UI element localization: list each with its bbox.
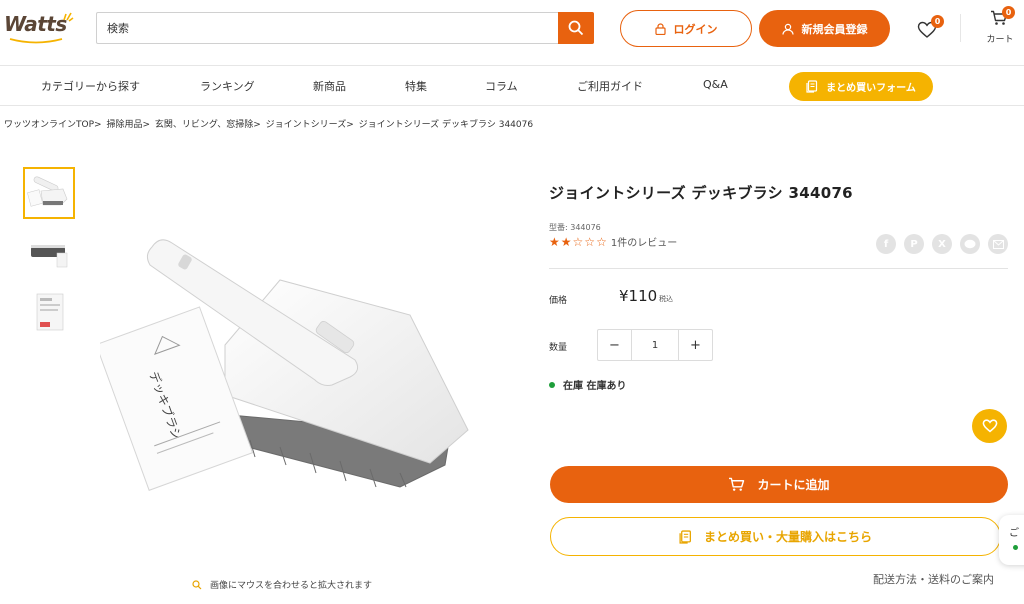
x-icon[interactable]: X (932, 234, 952, 254)
quantity-label: 数量 (549, 343, 568, 353)
cart-button[interactable]: 0 カート (982, 6, 1018, 48)
nav-item-features[interactable]: 特集 (405, 78, 427, 94)
package-thumbnail-image (36, 293, 64, 331)
product-title: ジョイントシリーズ デッキブラシ 344076 (549, 184, 853, 202)
lock-icon (654, 22, 666, 35)
review-count[interactable]: 1件のレビュー (611, 234, 677, 249)
envelope-icon (992, 239, 1004, 249)
online-dot-icon (1013, 545, 1018, 550)
cart-count-badge: 0 (1002, 6, 1015, 19)
price-value: ¥110 (619, 287, 658, 305)
breadcrumb-item-joint-series[interactable]: ジョイントシリーズ> (266, 120, 354, 130)
mail-icon[interactable] (988, 234, 1008, 254)
shipping-info-link[interactable]: 配送方法・送料のご案内 (873, 571, 994, 587)
nav-item-qa[interactable]: Q&A (703, 78, 728, 91)
favorites-count-badge: 0 (931, 15, 944, 28)
stock-status: 在庫 在庫あり (549, 377, 626, 392)
star-empty-icon: ☆ (584, 234, 596, 249)
search-icon (568, 20, 584, 36)
product-main-image[interactable]: デッキブラシ (95, 225, 480, 495)
zoom-hint: 画像にマウスを合わせると拡大されます (192, 578, 372, 591)
bulk-purchase-button[interactable]: まとめ買い・大量購入はこちら (550, 517, 1001, 556)
star-empty-icon: ☆ (596, 234, 607, 249)
search-input[interactable] (97, 13, 559, 43)
pinterest-icon[interactable]: P (904, 234, 924, 254)
rating-stars[interactable]: ★ ★ ☆ ☆ ☆ 1件のレビュー (549, 234, 677, 250)
search-bar (96, 12, 594, 44)
model-number: 型番: 344076 (549, 223, 601, 232)
brush-side-thumbnail-image (31, 245, 68, 268)
user-icon (781, 23, 794, 35)
breadcrumb: ワッツオンラインTOP> 掃除用品> 玄関、リビング、窓掃除> ジョイントシリー… (4, 117, 535, 130)
logo-text: Watts (4, 12, 67, 36)
stock-dot-icon (549, 381, 555, 388)
quantity-decrease-button[interactable]: − (598, 330, 632, 360)
line-chat-icon (964, 239, 976, 249)
chat-widget[interactable]: ご (999, 515, 1024, 565)
header-divider (960, 14, 961, 42)
add-to-cart-label: カートに追加 (757, 478, 830, 492)
thumbnail-3[interactable] (23, 286, 75, 338)
brush-thumbnail-image (27, 176, 68, 207)
favorites-button[interactable]: 0 (917, 15, 944, 40)
breadcrumb-item-top[interactable]: ワッツオンラインTOP> (4, 120, 102, 130)
main-nav: カテゴリーから探す ランキング 新商品 特集 コラム ご利用ガイド Q&A まと… (0, 66, 1024, 106)
line-icon[interactable] (960, 234, 980, 254)
breadcrumb-item-current: ジョイントシリーズ デッキブラシ 344076 (358, 120, 534, 130)
logo-smile-icon (9, 38, 63, 44)
chat-widget-text: ご (1009, 528, 1019, 539)
nav-item-column[interactable]: コラム (485, 78, 518, 94)
quantity-increase-button[interactable]: + (678, 330, 712, 360)
nav-item-categories[interactable]: カテゴリーから探す (41, 78, 140, 94)
register-label: 新規会員登録 (801, 22, 868, 36)
register-button[interactable]: 新規会員登録 (759, 10, 890, 47)
breadcrumb-item-entrance[interactable]: 玄関、リビング、窓掃除> (155, 120, 261, 130)
bulk-form-button[interactable]: まとめ買いフォーム (789, 72, 933, 101)
login-label: ログイン (673, 22, 718, 36)
nav-item-new-products[interactable]: 新商品 (313, 78, 346, 94)
logo-spark-icon (63, 12, 74, 22)
search-button[interactable] (558, 12, 594, 44)
quantity-input[interactable]: 1 (632, 330, 678, 360)
site-logo[interactable]: Watts (4, 12, 74, 44)
zoom-hint-text: 画像にマウスを合わせると拡大されます (210, 581, 373, 591)
thumbnail-2[interactable] (23, 229, 75, 281)
bulk-purchase-label: まとめ買い・大量購入はこちら (703, 530, 872, 544)
add-to-cart-button[interactable]: カートに追加 (550, 466, 1008, 503)
breadcrumb-item-cleaning[interactable]: 掃除用品> (106, 120, 150, 130)
nav-item-ranking[interactable]: ランキング (200, 78, 255, 94)
cart-icon (729, 477, 745, 491)
login-button[interactable]: ログイン (620, 10, 752, 47)
star-filled-icon: ★ (549, 234, 560, 249)
cart-label: カート (986, 35, 1014, 45)
facebook-icon[interactable]: f (876, 234, 896, 254)
deck-brush-image: デッキブラシ (95, 239, 469, 491)
bulk-form-label: まとめ買いフォーム (826, 83, 916, 94)
wishlist-button[interactable] (972, 409, 1007, 443)
price-label: 価格 (549, 296, 568, 306)
quantity-stepper: − 1 + (597, 329, 713, 361)
document-icon (679, 529, 691, 544)
star-empty-icon: ☆ (572, 234, 584, 249)
magnifier-icon (192, 579, 202, 589)
nav-item-guide[interactable]: ご利用ガイド (577, 78, 643, 94)
tax-label: 税込 (659, 295, 673, 303)
stock-text: 在庫 在庫あり (563, 381, 627, 392)
thumbnail-1[interactable] (23, 167, 75, 219)
section-divider (549, 268, 1008, 269)
document-icon (806, 80, 818, 93)
star-filled-icon: ★ (560, 234, 572, 249)
site-header: Watts ログイン 新規会員登録 (0, 0, 1024, 66)
heart-icon (982, 419, 997, 433)
